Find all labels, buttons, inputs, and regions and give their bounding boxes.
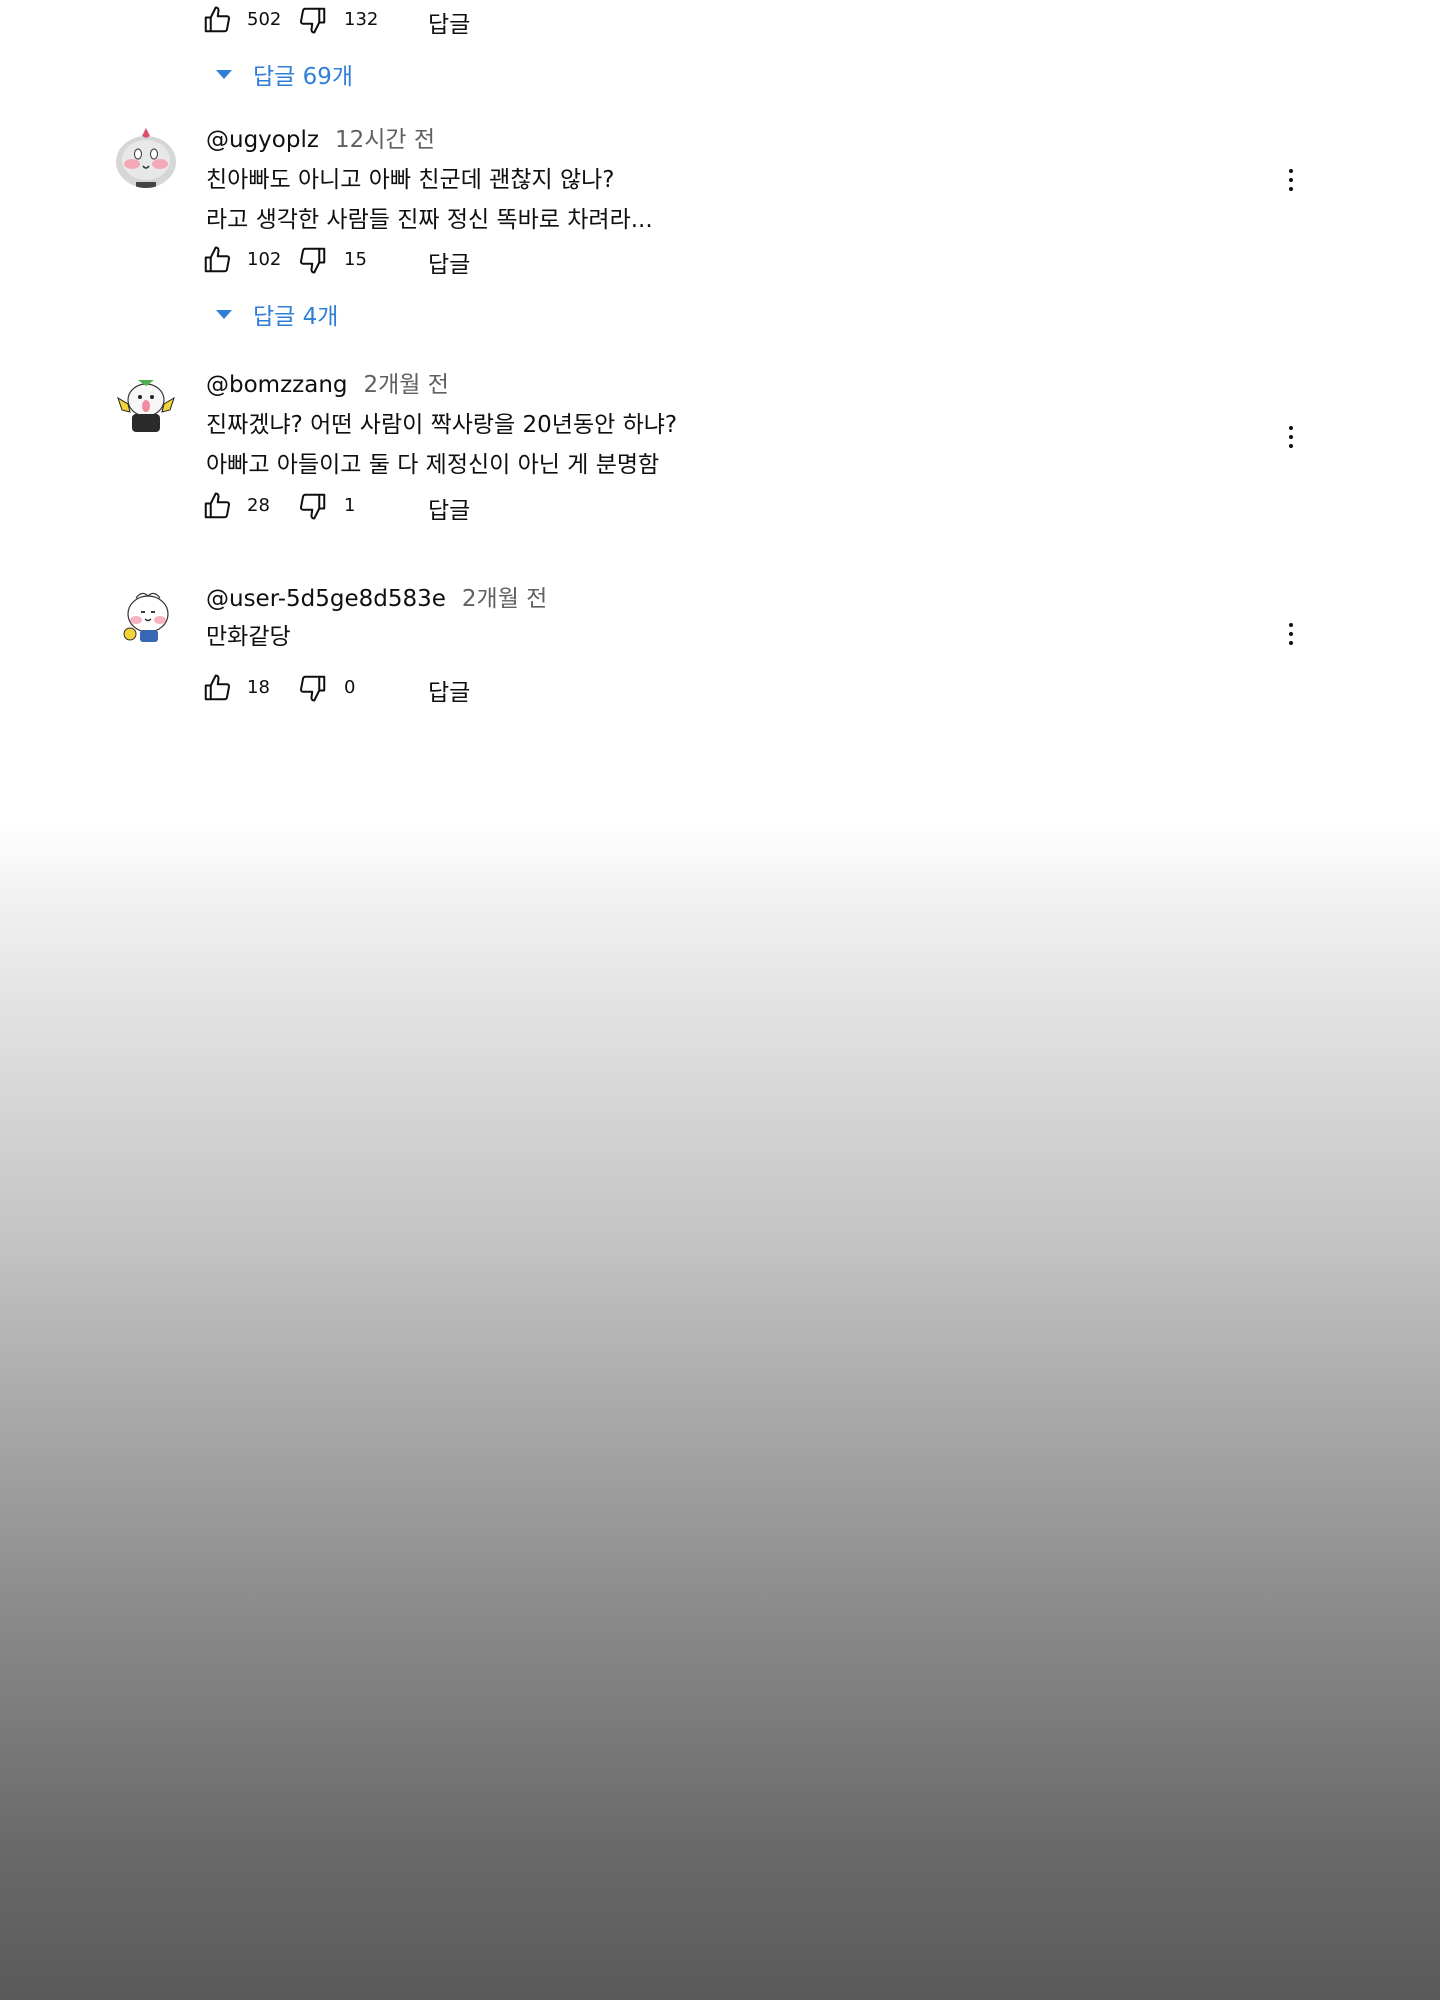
comment-actions: 18 0 답글 xyxy=(200,665,540,709)
reply-button[interactable]: 답글 xyxy=(428,491,470,525)
reply-button[interactable]: 답글 xyxy=(428,5,470,39)
dislike-button[interactable] xyxy=(296,671,330,705)
like-button[interactable] xyxy=(200,243,234,277)
comment-actions: 502 132 답글 xyxy=(200,0,540,41)
replies-toggle-label: 답글 69개 xyxy=(253,64,354,90)
comment-actions: 102 15 답글 xyxy=(200,237,540,281)
thumbs-down-icon xyxy=(299,247,326,274)
thumbs-down-icon xyxy=(299,7,326,34)
dislike-count: 15 xyxy=(344,249,367,270)
caret-down-icon xyxy=(216,309,232,319)
comment-text-line: 진짜겠냐? 어떤 사람이 짝사랑을 20년동안 하냐? xyxy=(206,412,678,438)
thumbs-up-icon xyxy=(204,246,231,273)
comment-text-line: 라고 생각한 사람들 진짜 정신 똑바로 차려라... xyxy=(206,207,653,233)
reply-button[interactable]: 답글 xyxy=(428,673,470,707)
more-vertical-icon-dot xyxy=(1289,435,1293,439)
more-vertical-icon-dot xyxy=(1289,187,1293,191)
comment-text-line: 만화같당 xyxy=(206,624,291,650)
avatar[interactable] xyxy=(114,584,178,648)
reply-button[interactable]: 답글 xyxy=(428,245,470,279)
more-vertical-icon-dot xyxy=(1289,178,1293,182)
comment-text-line: 친아빠도 아니고 아빠 친군데 괜찮지 않나? xyxy=(206,167,615,193)
replies-toggle-label: 답글 4개 xyxy=(253,304,339,330)
more-vertical-icon xyxy=(1289,426,1293,430)
like-count: 28 xyxy=(247,495,270,516)
comment-time[interactable]: 2개월 전 xyxy=(462,586,547,612)
comment-header: @user-5d5ge8d583e 2개월 전 xyxy=(206,579,547,613)
dislike-button[interactable] xyxy=(296,489,330,523)
more-vertical-icon-dot xyxy=(1289,632,1293,636)
comment-time[interactable]: 12시간 전 xyxy=(335,127,435,153)
more-options-button[interactable] xyxy=(1278,422,1304,452)
author-name[interactable]: @user-5d5ge8d583e xyxy=(206,586,446,612)
more-options-button[interactable] xyxy=(1278,165,1304,195)
dislike-count: 1 xyxy=(344,495,356,516)
like-button[interactable] xyxy=(200,489,234,523)
like-count: 102 xyxy=(247,249,282,270)
like-count: 502 xyxy=(247,9,282,30)
dislike-count: 0 xyxy=(344,677,356,698)
replies-toggle[interactable]: 답글 69개 xyxy=(216,56,353,92)
like-count: 18 xyxy=(247,677,270,698)
caret-down-icon xyxy=(216,69,232,79)
comment-actions: 28 1 답글 xyxy=(200,483,540,527)
more-vertical-icon xyxy=(1289,169,1293,173)
avatar[interactable] xyxy=(114,370,178,434)
author-name[interactable]: @bomzzang xyxy=(206,372,348,398)
thumbs-up-icon xyxy=(204,674,231,701)
like-button[interactable] xyxy=(200,3,234,37)
thumbs-up-icon xyxy=(204,6,231,33)
dislike-button[interactable] xyxy=(296,243,330,277)
comment-header: @bomzzang 2개월 전 xyxy=(206,365,449,399)
dislike-button[interactable] xyxy=(296,3,330,37)
thumbs-up-icon xyxy=(204,492,231,519)
thumbs-down-icon xyxy=(299,493,326,520)
more-options-button[interactable] xyxy=(1278,619,1304,649)
comment-text-line: 아빠고 아들이고 둘 다 제정신이 아닌 게 분명함 xyxy=(206,452,660,478)
more-vertical-icon xyxy=(1289,623,1293,627)
author-name[interactable]: @ugyoplz xyxy=(206,127,319,153)
dislike-count: 132 xyxy=(344,9,379,30)
more-vertical-icon-dot xyxy=(1289,444,1293,448)
avatar[interactable] xyxy=(114,124,178,188)
comment-header: @ugyoplz 12시간 전 xyxy=(206,120,435,154)
thumbs-down-icon xyxy=(299,675,326,702)
more-vertical-icon-dot xyxy=(1289,641,1293,645)
replies-toggle[interactable]: 답글 4개 xyxy=(216,296,338,332)
comment-time[interactable]: 2개월 전 xyxy=(364,372,449,398)
like-button[interactable] xyxy=(200,671,234,705)
